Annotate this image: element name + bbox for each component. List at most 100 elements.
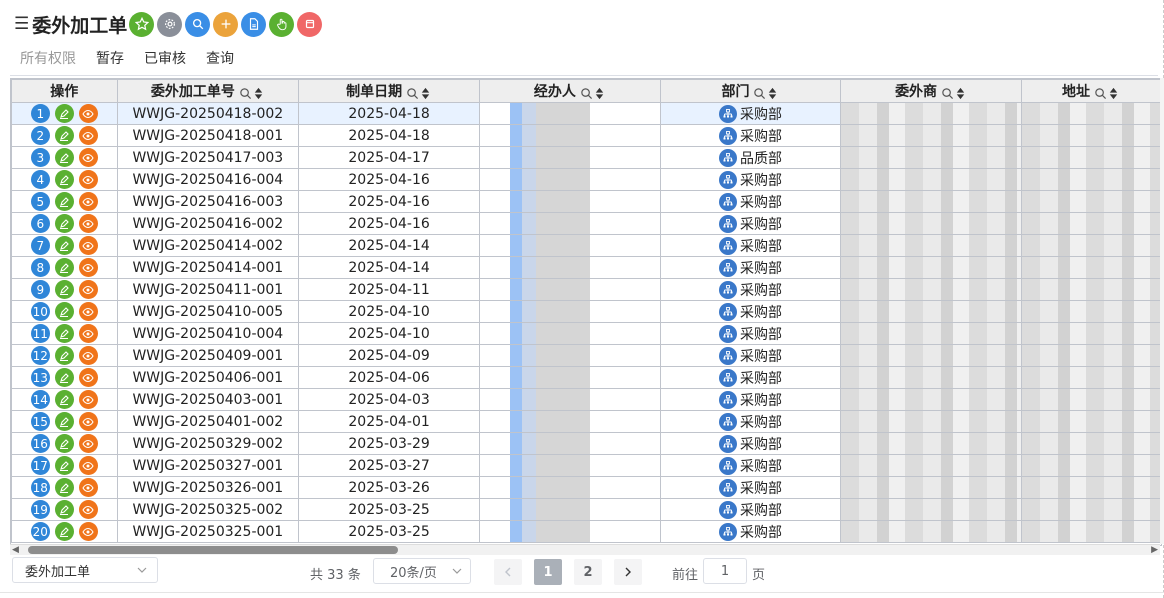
table-row[interactable]: 1 WWJG-20250418-002 2025-04-18 采购部	[11, 102, 1161, 125]
order-no-cell[interactable]: WWJG-20250409-001	[116, 344, 300, 367]
order-no-cell[interactable]: WWJG-20250418-002	[116, 102, 300, 125]
settings-gear-icon[interactable]	[157, 11, 183, 37]
order-no-cell[interactable]: WWJG-20250418-001	[116, 124, 300, 147]
tab-draft[interactable]: 暂存	[96, 48, 124, 68]
prev-page-button[interactable]	[494, 559, 522, 585]
column-header-address[interactable]: 地址	[1020, 79, 1161, 103]
filter-search-icon[interactable]	[239, 87, 252, 100]
edit-icon[interactable]	[54, 280, 74, 299]
order-no-cell[interactable]: WWJG-20250325-002	[116, 498, 300, 521]
column-header-handler[interactable]: 经办人	[479, 79, 661, 103]
view-eye-icon[interactable]	[78, 192, 98, 211]
sort-icon[interactable]	[766, 87, 779, 100]
view-eye-icon[interactable]	[78, 214, 98, 233]
sort-icon[interactable]	[593, 87, 606, 100]
view-eye-icon[interactable]	[78, 390, 98, 409]
edit-icon[interactable]	[54, 500, 74, 519]
order-no-cell[interactable]: WWJG-20250411-001	[116, 278, 300, 301]
sort-icon[interactable]	[1107, 87, 1120, 100]
order-no-cell[interactable]: WWJG-20250329-002	[116, 432, 300, 455]
view-eye-icon[interactable]	[78, 368, 98, 387]
order-no-cell[interactable]: WWJG-20250327-001	[116, 454, 300, 477]
filter-search-icon[interactable]	[1094, 87, 1107, 100]
table-row[interactable]: 15 WWJG-20250401-002 2025-04-01 采购部	[11, 410, 1161, 433]
page-size-select[interactable]: 20条/页	[373, 558, 471, 584]
horizontal-scrollbar[interactable]: ◀ ▶	[10, 544, 1160, 555]
scroll-thumb[interactable]	[28, 546, 398, 554]
order-no-cell[interactable]: WWJG-20250414-002	[116, 234, 300, 257]
edit-icon[interactable]	[54, 456, 74, 475]
table-row[interactable]: 4 WWJG-20250416-004 2025-04-16 采购部	[11, 168, 1161, 191]
table-row[interactable]: 9 WWJG-20250411-001 2025-04-11 采购部	[11, 278, 1161, 301]
edit-icon[interactable]	[54, 324, 74, 343]
edit-icon[interactable]	[54, 346, 74, 365]
order-no-cell[interactable]: WWJG-20250416-003	[116, 190, 300, 213]
table-row[interactable]: 3 WWJG-20250417-003 2025-04-17 品质部	[11, 146, 1161, 169]
view-eye-icon[interactable]	[78, 104, 98, 123]
table-row[interactable]: 20 WWJG-20250325-001 2025-03-25 采购部	[11, 520, 1161, 543]
edit-icon[interactable]	[54, 236, 74, 255]
view-eye-icon[interactable]	[78, 412, 98, 431]
order-no-cell[interactable]: WWJG-20250410-004	[116, 322, 300, 345]
view-eye-icon[interactable]	[78, 126, 98, 145]
edit-icon[interactable]	[54, 258, 74, 277]
page-1-button[interactable]: 1	[534, 559, 562, 585]
edit-icon[interactable]	[54, 434, 74, 453]
view-select[interactable]: 委外加工单	[12, 557, 158, 583]
column-header-date[interactable]: 制单日期	[298, 79, 480, 103]
view-eye-icon[interactable]	[78, 324, 98, 343]
edit-icon[interactable]	[54, 412, 74, 431]
edit-icon[interactable]	[54, 192, 74, 211]
tab-all-permissions[interactable]: 所有权限	[20, 48, 76, 68]
table-row[interactable]: 11 WWJG-20250410-004 2025-04-10 采购部	[11, 322, 1161, 345]
view-eye-icon[interactable]	[78, 522, 98, 541]
tab-query[interactable]: 查询	[206, 48, 234, 68]
sort-icon[interactable]	[419, 87, 432, 100]
edit-icon[interactable]	[54, 478, 74, 497]
table-row[interactable]: 7 WWJG-20250414-002 2025-04-14 采购部	[11, 234, 1161, 257]
edit-icon[interactable]	[54, 126, 74, 145]
sort-icon[interactable]	[252, 87, 265, 100]
order-no-cell[interactable]: WWJG-20250326-001	[116, 476, 300, 499]
search-icon[interactable]	[185, 11, 211, 37]
sort-icon[interactable]	[954, 87, 967, 100]
table-row[interactable]: 5 WWJG-20250416-003 2025-04-16 采购部	[11, 190, 1161, 213]
page-2-button[interactable]: 2	[574, 559, 602, 585]
column-header-dept[interactable]: 部门	[659, 79, 842, 103]
order-no-cell[interactable]: WWJG-20250406-001	[116, 366, 300, 389]
column-header-order-no[interactable]: 委外加工单号	[116, 79, 300, 103]
order-no-cell[interactable]: WWJG-20250414-001	[116, 256, 300, 279]
favorite-star-icon[interactable]	[129, 11, 155, 37]
next-page-button[interactable]	[614, 559, 642, 585]
view-eye-icon[interactable]	[78, 478, 98, 497]
menu-icon[interactable]: ☰	[14, 14, 29, 34]
order-no-cell[interactable]: WWJG-20250325-001	[116, 520, 300, 543]
filter-search-icon[interactable]	[753, 87, 766, 100]
view-eye-icon[interactable]	[78, 236, 98, 255]
table-row[interactable]: 14 WWJG-20250403-001 2025-04-03 采购部	[11, 388, 1161, 411]
order-no-cell[interactable]: WWJG-20250403-001	[116, 388, 300, 411]
hand-pointer-icon[interactable]	[269, 11, 295, 37]
edit-icon[interactable]	[54, 522, 74, 541]
view-eye-icon[interactable]	[78, 280, 98, 299]
table-row[interactable]: 2 WWJG-20250418-001 2025-04-18 采购部	[11, 124, 1161, 147]
table-row[interactable]: 12 WWJG-20250409-001 2025-04-09 采购部	[11, 344, 1161, 367]
add-plus-icon[interactable]	[213, 11, 239, 37]
edit-icon[interactable]	[54, 390, 74, 409]
filter-search-icon[interactable]	[580, 87, 593, 100]
view-eye-icon[interactable]	[78, 148, 98, 167]
tab-approved[interactable]: 已审核	[144, 48, 186, 68]
view-eye-icon[interactable]	[78, 456, 98, 475]
edit-icon[interactable]	[54, 170, 74, 189]
column-header-vendor[interactable]: 委外商	[840, 79, 1022, 103]
order-no-cell[interactable]: WWJG-20250416-004	[116, 168, 300, 191]
view-eye-icon[interactable]	[78, 258, 98, 277]
scroll-left-icon[interactable]: ◀	[12, 545, 19, 555]
table-row[interactable]: 6 WWJG-20250416-002 2025-04-16 采购部	[11, 212, 1161, 235]
view-eye-icon[interactable]	[78, 346, 98, 365]
view-eye-icon[interactable]	[78, 170, 98, 189]
goto-page-input[interactable]: 1	[703, 558, 747, 584]
view-eye-icon[interactable]	[78, 500, 98, 519]
filter-search-icon[interactable]	[941, 87, 954, 100]
scroll-right-icon[interactable]: ▶	[1151, 545, 1158, 555]
